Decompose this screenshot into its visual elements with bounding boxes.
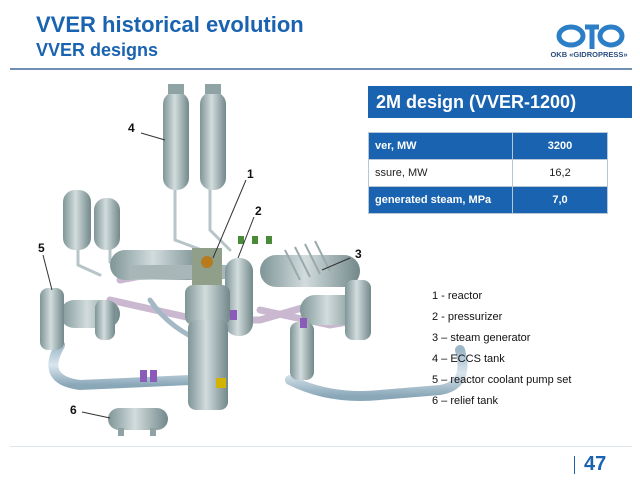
legend-item: 4 – ECCS tank xyxy=(432,353,505,365)
page-number-separator xyxy=(574,456,575,474)
callout-1: 1 xyxy=(247,167,254,181)
callout-5: 5 xyxy=(38,241,45,255)
logo-caption: OKB «GIDROPRESS» xyxy=(550,50,628,59)
legend-item: 3 – steam generator xyxy=(432,332,531,344)
callout-2: 2 xyxy=(255,204,262,218)
legend-item: 2 - pressurizer xyxy=(432,311,503,323)
legend-item: 6 – relief tank xyxy=(432,395,499,407)
footer-divider xyxy=(10,446,632,447)
callout-6: 6 xyxy=(70,403,77,417)
header-divider xyxy=(10,68,632,70)
legend-item: 1 - reactor xyxy=(432,290,483,302)
slide-title: VVER historical evolution xyxy=(36,12,304,37)
slide-subtitle: VVER designs xyxy=(36,40,159,60)
component-legend: 1 - reactor 2 - pressurizer 3 – steam ge… xyxy=(432,286,571,412)
callout-3: 3 xyxy=(355,247,362,261)
legend-item: 5 – reactor coolant pump set xyxy=(432,374,572,386)
eccs-tanks xyxy=(63,84,226,250)
relief-tank xyxy=(108,408,168,436)
callout-4: 4 xyxy=(128,121,135,135)
page-number: 47 xyxy=(584,453,607,475)
valve-cluster xyxy=(238,236,272,244)
